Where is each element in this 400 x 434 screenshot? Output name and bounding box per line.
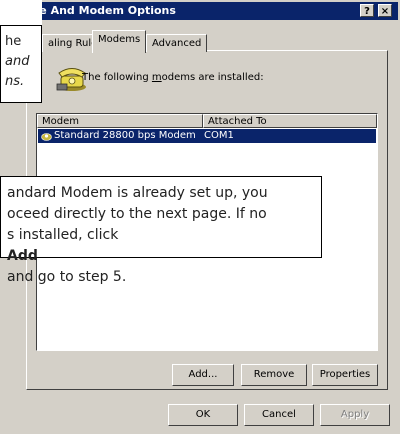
callout-top-line2: and [5,54,30,69]
ok-button[interactable]: OK [168,404,238,426]
callout-middle: andard Modem is already set up, you ocee… [0,176,322,285]
installed-modems-label: The following modems are installed: [82,72,264,83]
callout-top-line3: ns. [5,74,25,89]
column-header-attached-to[interactable]: Attached To [203,114,377,128]
cancel-button[interactable]: Cancel [244,404,314,426]
modem-icon [41,133,52,141]
tab-advanced[interactable]: Advanced [146,34,208,52]
apply-button[interactable]: Apply [320,404,390,426]
modem-name-cell: Standard 28800 bps Modem [54,130,196,141]
callout-top: he and ns. [0,25,42,103]
add-button[interactable]: Add... [172,364,234,386]
help-button[interactable]: ? [360,4,374,17]
page-margin [0,0,42,25]
callout-middle-line1: andard Modem is already set up, you [7,185,268,201]
table-row[interactable]: Standard 28800 bps Modem COM1 [38,129,376,143]
callout-middle-line3: s installed, click Add and go to step 5. [7,227,127,285]
close-button[interactable]: × [378,4,392,17]
column-header-modem[interactable]: Modem [37,114,203,128]
title-bar[interactable]: Phone And Modem Options ? × [2,2,398,20]
tab-modems[interactable]: Modems [92,30,147,53]
remove-button[interactable]: Remove [241,364,307,386]
callout-middle-line2: oceed directly to the next page. If no [7,206,267,222]
attached-to-cell: COM1 [204,130,234,141]
callout-top-line1: he [5,34,22,49]
properties-button[interactable]: Properties [312,364,378,386]
